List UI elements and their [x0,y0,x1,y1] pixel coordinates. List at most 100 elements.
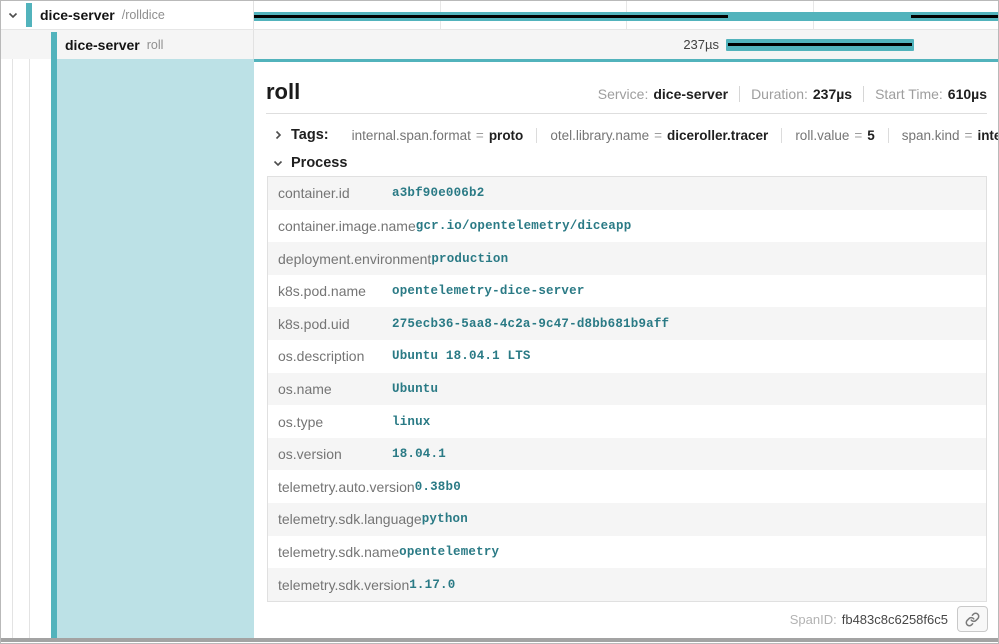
service-name: dice-server [65,37,140,53]
tag-value: proto [489,128,524,143]
process-value: opentelemetry [399,545,986,559]
process-value: opentelemetry-dice-server [392,284,986,298]
span-title: roll [266,79,300,105]
tree-indent-guide [29,59,30,638]
tag-equals: = [854,128,862,143]
meta-item: Duration: 237µs [739,86,852,102]
process-key: deployment.environment [268,251,431,267]
process-value: gcr.io/opentelemetry/diceapp [416,219,986,233]
table-row: telemetry.sdk.language python [268,503,986,536]
link-icon [965,612,980,627]
deep-link-button[interactable] [957,606,988,632]
process-key: telemetry.auto.version [268,479,415,495]
tag-equals: = [476,128,484,143]
span-name-cell[interactable]: dice-server roll [1,30,254,59]
process-value: 18.04.1 [392,447,986,461]
span-duration-label: 237µs [601,37,719,52]
tag-key: otel.library.name [550,128,649,143]
table-row: deployment.environment production [268,242,986,275]
process-key: container.id [268,185,392,201]
span-bar-rolldice[interactable] [254,12,998,21]
meta-item: Service: dice-server [598,86,728,102]
tag-equals: = [654,128,662,143]
process-value: 0.38b0 [415,480,986,494]
process-key: os.name [268,381,392,397]
tags-section: Tags: internal.span.format = proto otel.… [266,122,987,148]
tag-item: otel.library.name = diceroller.tracer [536,128,781,143]
process-key: telemetry.sdk.version [268,577,409,593]
table-row: container.image.name gcr.io/opentelemetr… [268,210,986,243]
process-header[interactable]: Process [291,155,347,171]
bottom-border-strip [1,638,998,642]
tag-key: span.kind [902,128,960,143]
process-key: telemetry.sdk.language [268,511,422,527]
tag-value: 5 [867,128,875,143]
process-key: os.version [268,446,392,462]
detail-row-highlight [57,59,254,638]
chevron-down-icon[interactable] [7,9,19,21]
span-meta: Service: dice-server Duration: 237µs Sta… [598,86,987,102]
process-value: Ubuntu [392,382,986,396]
table-row: os.version 18.04.1 [268,438,986,471]
table-row: os.description Ubuntu 18.04.1 LTS [268,340,986,373]
tree-indent-guide [12,59,13,638]
span-footer: SpanID: fb483c8c6258f6c5 [790,606,988,632]
process-value: 275ecb36-5aa8-4c2a-9c47-d8bb681b9aff [392,317,986,331]
process-key: container.image.name [268,218,416,234]
operation-name: /rolldice [122,8,165,22]
tags-header[interactable]: Tags: [291,127,329,143]
meta-label: Start Time: [875,86,943,102]
meta-item: Start Time: 610µs [863,86,987,102]
meta-value: 237µs [813,86,852,102]
table-row: k8s.pod.name opentelemetry-dice-server [268,275,986,308]
process-value: production [431,252,986,266]
tag-equals: = [965,128,973,143]
meta-value: 610µs [948,86,987,102]
span-bar-roll[interactable] [726,39,914,51]
span-color-bar [26,3,32,27]
table-row: os.name Ubuntu [268,373,986,406]
table-row: os.type linux [268,405,986,438]
table-row: telemetry.sdk.version 1.17.0 [268,568,986,601]
table-row: container.id a3bf90e006b2 [268,177,986,210]
critical-path-segment [911,15,998,18]
span-row-rolldice[interactable]: dice-server /rolldice [1,1,998,30]
process-key: os.type [268,414,392,430]
tag-item: roll.value = 5 [781,128,887,143]
process-value: linux [392,415,986,429]
process-key: telemetry.sdk.name [268,544,399,560]
operation-name: roll [147,38,164,52]
tag-item: span.kind = internal [888,128,999,143]
process-value: 1.17.0 [409,578,986,592]
chevron-right-icon[interactable] [272,129,284,141]
table-row: telemetry.auto.version 0.38b0 [268,470,986,503]
tag-item: internal.span.format = proto [339,128,537,143]
span-name-cell[interactable]: dice-server /rolldice [1,1,254,29]
jaeger-trace-detail-view: dice-server /rolldice dice-server roll 2… [0,0,999,644]
meta-label: Duration: [751,86,808,102]
process-section: Process [266,152,987,174]
spanid-label: SpanID: [790,612,837,627]
span-detail-card: roll Service: dice-server Duration: 237µ… [254,59,999,638]
process-value: Ubuntu 18.04.1 LTS [392,349,986,363]
process-value: a3bf90e006b2 [392,186,986,200]
tag-value: internal [977,128,999,143]
meta-label: Service: [598,86,649,102]
process-key: os.description [268,348,392,364]
header-divider [266,113,987,114]
table-row: k8s.pod.uid 275ecb36-5aa8-4c2a-9c47-d8bb… [268,307,986,340]
table-row: telemetry.sdk.name opentelemetry [268,536,986,569]
critical-path-segment [254,15,728,18]
meta-value: dice-server [653,86,728,102]
spanid-value: fb483c8c6258f6c5 [842,612,948,627]
process-key: k8s.pod.uid [268,316,392,332]
tag-value: diceroller.tracer [667,128,768,143]
service-name: dice-server [40,7,115,23]
process-kv-table: container.id a3bf90e006b2 container.imag… [267,176,987,602]
tag-key: internal.span.format [352,128,471,143]
tag-key: roll.value [795,128,849,143]
process-value: python [422,512,986,526]
critical-path-segment [728,43,912,46]
chevron-down-icon[interactable] [272,157,284,169]
tag-list: internal.span.format = proto otel.librar… [339,128,999,143]
